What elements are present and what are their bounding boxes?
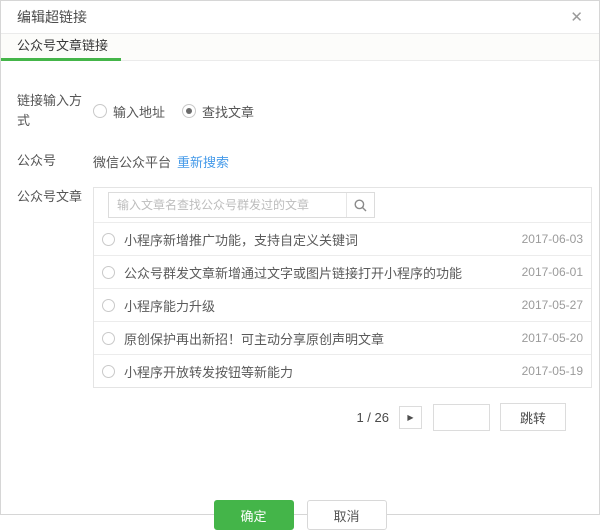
article-title: 原创保护再出新招！可主动分享原创声明文章 bbox=[124, 329, 510, 348]
article-date: 2017-05-19 bbox=[522, 364, 583, 378]
dialog-title: 编辑超链接 bbox=[17, 7, 87, 27]
article-radio[interactable] bbox=[102, 233, 115, 246]
article-date: 2017-05-27 bbox=[522, 298, 583, 312]
link-method-label: 链接输入方式 bbox=[17, 91, 93, 131]
article-list-item[interactable]: 原创保护再出新招！可主动分享原创声明文章 2017-05-20 bbox=[94, 321, 591, 354]
dialog-header: 编辑超链接 ✕ bbox=[1, 1, 599, 34]
search-icon bbox=[354, 199, 367, 212]
dialog-body: 链接输入方式 输入地址 查找文章 公众号 微信公众平台 重新搜索 公众号文章 bbox=[1, 61, 599, 530]
research-link[interactable]: 重新搜索 bbox=[177, 152, 229, 171]
radio-option-find-article[interactable]: 查找文章 bbox=[182, 102, 254, 121]
page-jump-input[interactable] bbox=[433, 404, 490, 431]
radio-find-article-label: 查找文章 bbox=[202, 102, 254, 121]
article-search-box bbox=[108, 192, 375, 218]
article-radio[interactable] bbox=[102, 332, 115, 345]
article-title: 小程序新增推广功能，支持自定义关键词 bbox=[124, 230, 510, 249]
article-radio[interactable] bbox=[102, 365, 115, 378]
article-title: 小程序能力升级 bbox=[124, 296, 510, 315]
article-list-item[interactable]: 公众号群发文章新增通过文字或图片链接打开小程序的功能 2017-06-01 bbox=[94, 255, 591, 288]
account-value: 微信公众平台 bbox=[93, 152, 171, 171]
article-radio[interactable] bbox=[102, 299, 115, 312]
pagination: 1 / 26 ▶ 跳转 bbox=[17, 403, 566, 431]
article-title: 小程序开放转发按钮等新能力 bbox=[124, 362, 510, 381]
radio-find-article-icon[interactable] bbox=[182, 104, 196, 118]
radio-enter-address-icon[interactable] bbox=[93, 104, 107, 118]
dialog-footer: 确定 取消 bbox=[17, 500, 583, 530]
article-title: 公众号群发文章新增通过文字或图片链接打开小程序的功能 bbox=[124, 263, 510, 282]
article-search-input[interactable] bbox=[109, 193, 346, 217]
page-jump-button[interactable]: 跳转 bbox=[500, 403, 566, 431]
article-list-item[interactable]: 小程序开放转发按钮等新能力 2017-05-19 bbox=[94, 354, 591, 387]
tab-official-article-link[interactable]: 公众号文章链接 bbox=[1, 34, 121, 61]
radio-enter-address-label: 输入地址 bbox=[113, 102, 165, 121]
tab-bar: 公众号文章链接 bbox=[1, 34, 599, 61]
article-panel: 小程序新增推广功能，支持自定义关键词 2017-06-03 公众号群发文章新增通… bbox=[93, 187, 592, 388]
next-page-button[interactable]: ▶ bbox=[399, 406, 422, 429]
article-radio[interactable] bbox=[102, 266, 115, 279]
article-list-item[interactable]: 小程序新增推广功能，支持自定义关键词 2017-06-03 bbox=[94, 222, 591, 255]
articles-label: 公众号文章 bbox=[17, 187, 93, 207]
article-date: 2017-05-20 bbox=[522, 331, 583, 345]
article-date: 2017-06-01 bbox=[522, 265, 583, 279]
radio-option-enter-address[interactable]: 输入地址 bbox=[93, 102, 165, 121]
account-label: 公众号 bbox=[17, 151, 93, 171]
cancel-button[interactable]: 取消 bbox=[307, 500, 387, 530]
article-date: 2017-06-03 bbox=[522, 232, 583, 246]
close-icon[interactable]: ✕ bbox=[570, 10, 583, 25]
confirm-button[interactable]: 确定 bbox=[214, 500, 294, 530]
search-button[interactable] bbox=[346, 193, 374, 217]
account-row: 公众号 微信公众平台 重新搜索 bbox=[17, 151, 583, 171]
articles-row: 公众号文章 小程序新增推广功能，支持自定义关键词 2017-06-03 bbox=[17, 187, 583, 388]
next-page-icon: ▶ bbox=[407, 413, 413, 422]
page-indicator: 1 / 26 bbox=[356, 410, 389, 425]
article-list-item[interactable]: 小程序能力升级 2017-05-27 bbox=[94, 288, 591, 321]
link-method-row: 链接输入方式 输入地址 查找文章 bbox=[17, 91, 583, 131]
article-search-row bbox=[94, 188, 591, 222]
